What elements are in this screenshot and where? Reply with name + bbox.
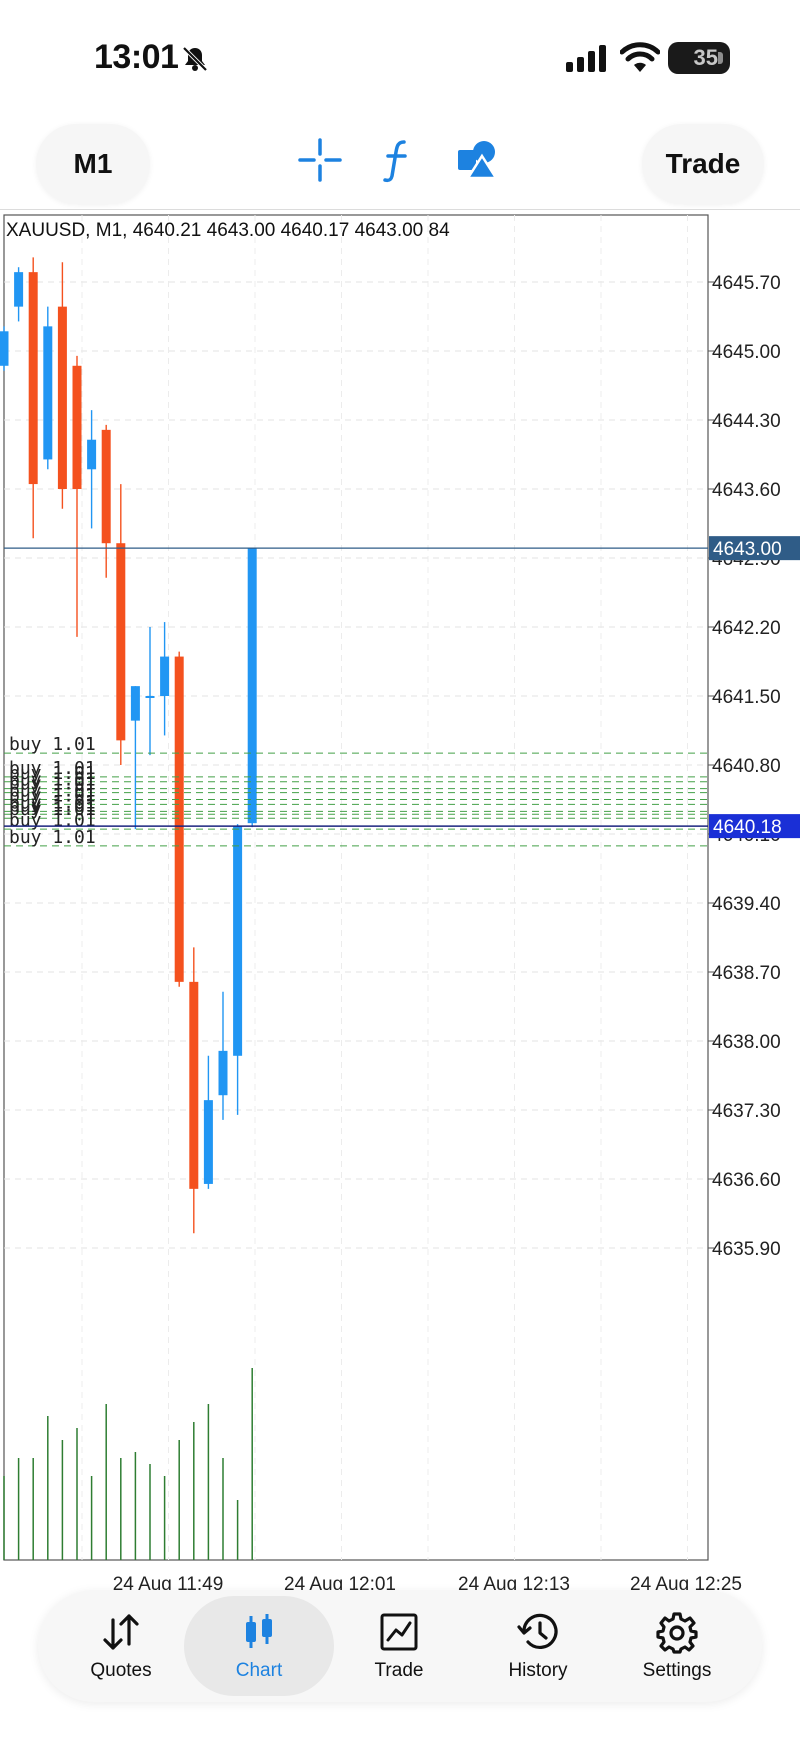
y-tick-label: 4643.60 (712, 480, 781, 501)
battery-level-text: 35 (693, 45, 718, 70)
chart-canvas[interactable]: 4645.704645.004644.304643.604642.904642.… (0, 210, 800, 1590)
candle-body (218, 1050, 228, 1096)
chart-toolbar: M1 Trade (0, 110, 800, 210)
y-tick-label: 4645.00 (712, 342, 781, 363)
candle-body (28, 272, 38, 485)
candle-body (116, 543, 126, 741)
settings-gear-icon (656, 1612, 698, 1654)
signal-icon (566, 45, 606, 72)
nav-settings[interactable]: Settings (602, 1596, 752, 1696)
nav-chart[interactable]: Chart (184, 1596, 334, 1696)
nav-history[interactable]: History (463, 1596, 613, 1696)
nav-trade[interactable]: Trade (324, 1596, 474, 1696)
nav-quotes-label: Quotes (90, 1660, 152, 1681)
history-clock-icon (517, 1613, 558, 1649)
battery-cap (718, 52, 723, 64)
y-tick-label: 4637.30 (712, 1101, 781, 1122)
timeframe-button[interactable]: M1 (36, 124, 150, 204)
trade-button[interactable]: Trade (642, 124, 764, 204)
candle-body (14, 272, 24, 307)
indicators-icon[interactable] (372, 134, 424, 186)
y-tick-label: 4639.40 (712, 894, 781, 915)
y-tick-label: 4642.20 (712, 618, 781, 639)
candle-body (101, 429, 111, 544)
y-tick-label: 4644.30 (712, 411, 781, 432)
candle-body (160, 656, 170, 696)
wifi-icon (620, 42, 660, 72)
y-tick-label: 4636.60 (712, 1170, 781, 1191)
x-tick-label: 24 Aug 12:01 (284, 1574, 396, 1590)
objects-icon[interactable] (452, 134, 504, 186)
quotes-arrows-icon (103, 1614, 139, 1650)
chart-frame (3, 214, 709, 1561)
price-tag-text-bid: 4643.00 (713, 539, 782, 560)
candle-body (203, 1100, 213, 1184)
nav-history-label: History (508, 1660, 568, 1681)
x-tick-label: 24 Aug 11:49 (113, 1574, 224, 1590)
candlestick-icon (246, 1614, 272, 1648)
candle-body (189, 981, 199, 1189)
candle-body (43, 326, 53, 460)
status-bar: 13:01 35 (0, 0, 800, 110)
y-tick-label: 4641.50 (712, 687, 781, 708)
y-tick-label: 4640.80 (712, 756, 781, 777)
candle-body (87, 439, 97, 470)
ohlc-header: XAUUSD, M1, 4640.21 4643.00 4640.17 4643… (6, 220, 450, 241)
buy-order-label: buy 1.01 (9, 827, 96, 848)
x-tick-label: 24 Aug 12:13 (458, 1574, 570, 1590)
candle-body (0, 331, 9, 366)
y-tick-label: 4645.70 (712, 273, 781, 294)
nav-quotes[interactable]: Quotes (46, 1596, 196, 1696)
price-tag-text-last: 4640.18 (713, 817, 782, 838)
trade-chart-icon (380, 1613, 418, 1651)
y-tick-label: 4638.70 (712, 963, 781, 984)
bottom-navigation: Quotes Chart Trade History Settings (38, 1590, 762, 1702)
y-tick-label: 4635.90 (712, 1239, 781, 1260)
crosshair-icon[interactable] (294, 134, 346, 186)
candle-body (174, 656, 184, 982)
status-time: 13:01 (94, 38, 179, 76)
candle-body (57, 306, 67, 489)
candle-body (233, 826, 243, 1056)
candle-body (145, 696, 155, 698)
buy-order-label: buy 1.01 (9, 734, 96, 755)
bell-muted-icon (182, 46, 208, 72)
nav-chart-label: Chart (235, 1660, 283, 1681)
x-tick-label: 24 Aug 12:25 (630, 1574, 742, 1590)
price-chart[interactable]: 4645.704645.004644.304643.604642.904642.… (0, 210, 800, 1590)
nav-settings-label: Settings (642, 1660, 712, 1681)
y-tick-label: 4638.00 (712, 1032, 781, 1053)
candle-body (72, 365, 82, 489)
candle-body (130, 686, 140, 721)
nav-trade-label: Trade (374, 1660, 424, 1681)
